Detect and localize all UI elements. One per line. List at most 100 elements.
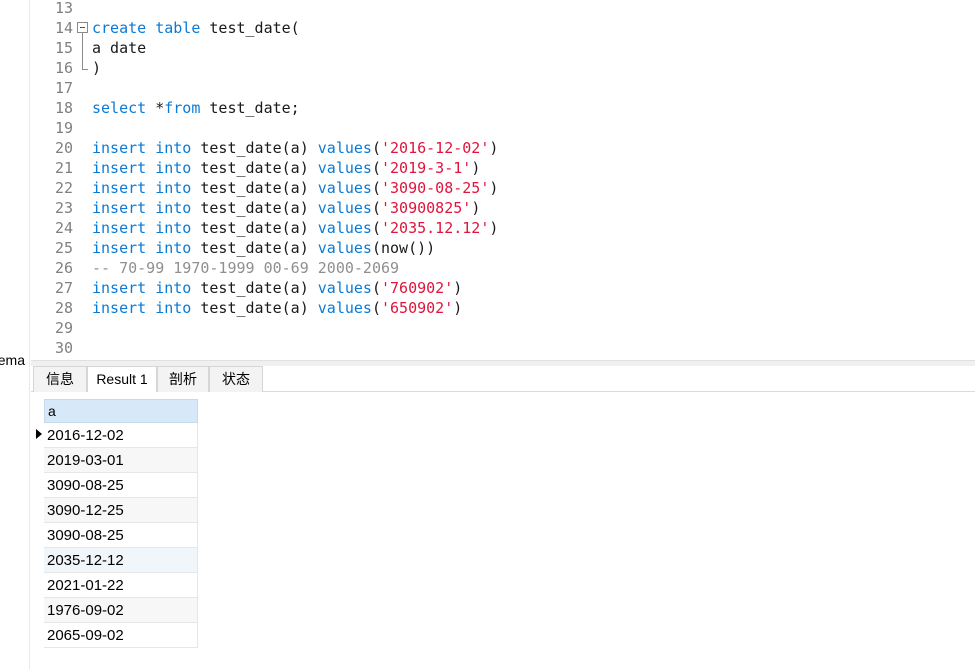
fold-collapse-icon[interactable] [77,22,88,33]
tab-result-1[interactable]: Result 1 [87,366,157,393]
code-line[interactable]: 17 [31,78,975,98]
tab-info[interactable]: 信息 [33,366,87,392]
code-token: ) [489,179,499,197]
line-number: 22 [54,179,73,197]
code-token: ) [453,299,463,317]
table-row[interactable]: 3090-08-25 [44,523,198,548]
table-row[interactable]: 2016-12-02 [44,423,198,448]
code-token: test_date(a) [191,219,318,237]
line-number: 17 [54,79,73,97]
table-row[interactable]: 3090-12-25 [44,498,198,523]
code-line[interactable]: 30 [31,338,975,358]
sql-editor[interactable]: 13 14 create table test_date( 15 a date 16) 17… [31,0,975,360]
line-number: 30 [54,339,73,357]
code-token: insert [92,199,147,217]
code-token: ( [371,299,381,317]
code-token: values [317,179,372,197]
table-row[interactable]: 2019-03-01 [44,448,198,473]
code-token: a date [92,39,147,57]
code-token: into [155,279,192,297]
code-token: values [317,199,372,217]
code-token: ) [453,279,463,297]
code-token: values [317,299,372,317]
code-line[interactable]: 28 insert into test_date(a) values('65090… [31,298,975,318]
line-number: 23 [54,199,73,217]
code-token: into [155,139,192,157]
line-number: 15 [54,39,73,57]
code-token: into [155,159,192,177]
code-token: create [92,19,147,37]
current-row-indicator-icon [36,429,42,439]
code-line[interactable]: 15 a date [31,38,975,58]
code-token: '760902' [381,279,454,297]
code-token: values [317,219,372,237]
code-line[interactable]: 25 insert into test_date(a) values(now()) [31,238,975,258]
code-text: create table test_date( [92,18,300,38]
line-number: 18 [54,99,73,117]
code-token: ) [489,139,499,157]
code-token: '2016-12-02' [381,139,490,157]
code-token: values [317,279,372,297]
code-token: into [155,219,192,237]
line-number: 27 [54,279,73,297]
code-token: '30900825' [381,199,472,217]
code-line[interactable]: 24 insert into test_date(a) values('2035.… [31,218,975,238]
table-row[interactable]: 3090-08-25 [44,473,198,498]
code-line[interactable]: 29 [31,318,975,338]
code-line[interactable]: 16) [31,58,975,78]
code-text: insert into test_date(a) values('3090082… [92,198,480,218]
table-row[interactable]: 1976-09-02 [44,598,198,623]
code-token: insert [92,179,147,197]
table-row[interactable]: 2021-01-22 [44,573,198,598]
code-text: insert into test_date(a) values('3090-08… [92,178,498,198]
line-number: 25 [54,239,73,257]
code-token: '650902' [381,299,454,317]
line-number: 19 [54,119,73,137]
tab-status[interactable]: 状态 [209,366,263,392]
line-number: 14 [54,19,73,37]
code-line[interactable]: 20 insert into test_date(a) values('2016-… [31,138,975,158]
code-line[interactable]: 22 insert into test_date(a) values('3090-… [31,178,975,198]
code-token: (now()) [371,239,436,257]
code-token: test_date(a) [191,239,318,257]
code-token: values [317,139,372,157]
code-token: ) [471,199,481,217]
code-line[interactable]: 19 [31,118,975,138]
code-line[interactable]: 26 -- 70-99 1970-1999 00-69 2000-2069 [31,258,975,278]
code-line[interactable]: 13 [31,0,975,18]
code-line[interactable]: 18 select *from test_date; [31,98,975,118]
table-row[interactable]: 2035-12-12 [44,548,198,573]
code-line[interactable]: 23 insert into test_date(a) values('30900… [31,198,975,218]
line-number: 13 [54,0,73,17]
code-token: select [92,99,147,117]
column-header-a[interactable]: a [44,399,198,423]
code-token: ) [489,219,499,237]
code-line[interactable]: 27 insert into test_date(a) values('76090… [31,278,975,298]
code-text: ) [92,58,101,78]
code-text: insert into test_date(a) values('2019-3-… [92,158,480,178]
line-number: 24 [54,219,73,237]
code-text: a date [92,38,146,58]
code-line[interactable]: 21 insert into test_date(a) values('2019-… [31,158,975,178]
code-token: insert [92,299,147,317]
code-line[interactable]: 14 create table test_date( [31,18,975,38]
code-token: into [155,179,192,197]
code-token: into [155,299,192,317]
code-token: ( [371,159,381,177]
sidebar-label: ema [0,352,25,368]
code-token: test_date(a) [191,139,318,157]
code-text: insert into test_date(a) values('2035.12… [92,218,498,238]
line-number: 28 [54,299,73,317]
object-browser-panel: ema [0,0,30,669]
code-token: -- 70-99 1970-1999 00-69 2000-2069 [92,259,400,277]
code-text: -- 70-99 1970-1999 00-69 2000-2069 [92,258,399,278]
tab-profile[interactable]: 剖析 [157,366,209,392]
table-row[interactable]: 2065-09-02 [44,623,198,648]
